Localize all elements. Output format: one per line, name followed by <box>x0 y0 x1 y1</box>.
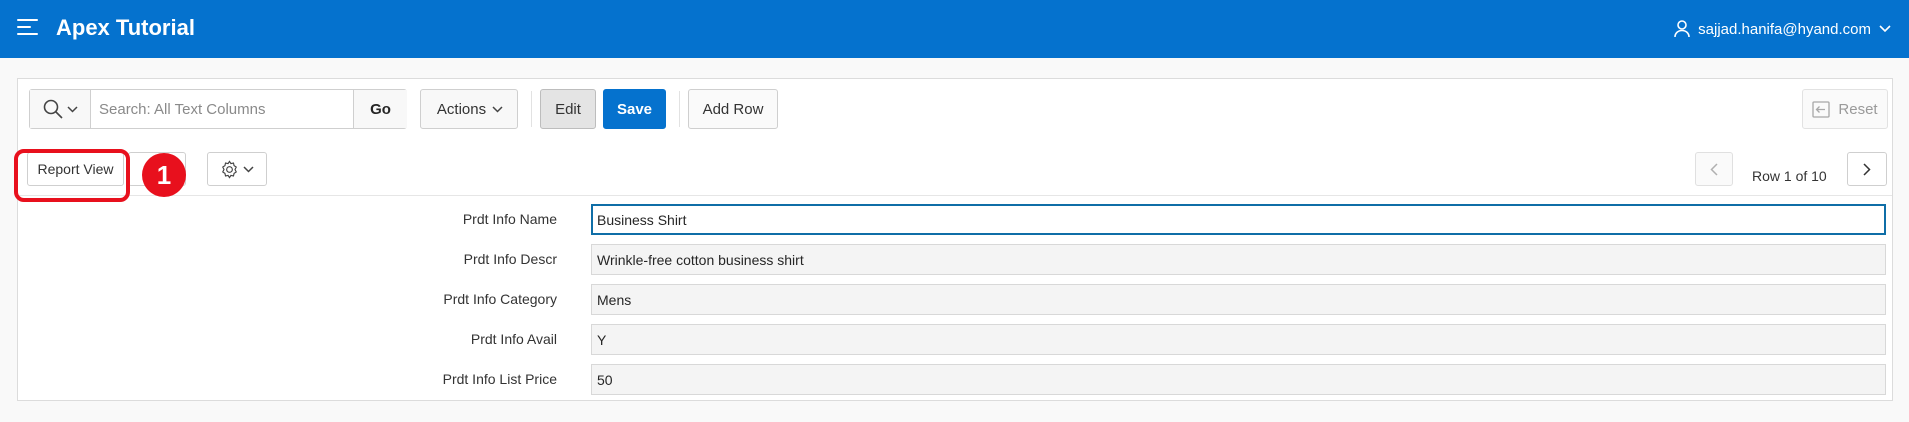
callout-number: 1 <box>142 153 186 197</box>
search-group: Go <box>29 89 407 129</box>
field-label: Prdt Info Avail <box>470 331 557 347</box>
add-row-button[interactable]: Add Row <box>688 89 778 129</box>
search-column-selector[interactable] <box>30 90 91 128</box>
chevron-left-icon <box>1710 162 1718 176</box>
field-label: Prdt Info List Price <box>442 371 557 387</box>
save-button[interactable]: Save <box>603 89 666 129</box>
row-counter: Row 1 of 10 <box>1752 168 1827 184</box>
product-description-field[interactable] <box>591 244 1886 275</box>
chevron-down-icon <box>1879 25 1891 33</box>
chevron-down-icon <box>492 105 503 113</box>
user-icon <box>1674 20 1690 38</box>
form-row-category: Prdt Info Category <box>18 284 1892 316</box>
form-row-list-price: Prdt Info List Price <box>18 364 1892 396</box>
interactive-grid-region: Go Actions Edit Save Add Row Reset Repor… <box>14 78 1893 401</box>
toolbar-divider <box>531 91 532 127</box>
user-name: sajjad.hanifa@hyand.com <box>1698 20 1871 38</box>
toolbar-divider <box>679 91 680 127</box>
field-label: Prdt Info Descr <box>463 251 557 267</box>
gear-icon <box>222 159 237 179</box>
field-label: Prdt Info Name <box>462 211 557 227</box>
search-input[interactable] <box>91 90 353 128</box>
reset-button[interactable]: Reset <box>1802 89 1888 129</box>
app-title[interactable]: Apex Tutorial <box>56 15 195 41</box>
form-row-avail: Prdt Info Avail <box>18 324 1892 356</box>
chevron-down-icon <box>66 105 78 113</box>
form-row-name: Prdt Info Name <box>18 204 1892 236</box>
chevron-down-icon <box>243 165 254 173</box>
edit-button[interactable]: Edit <box>540 89 596 129</box>
product-list-price-field[interactable] <box>591 364 1886 395</box>
field-label: Prdt Info Category <box>443 291 557 307</box>
product-category-field[interactable] <box>591 284 1886 315</box>
next-row-button[interactable] <box>1847 152 1887 186</box>
actions-button[interactable]: Actions <box>420 89 518 129</box>
product-name-field[interactable] <box>591 204 1886 235</box>
grid-toolbar: Go Actions Edit Save Add Row Reset <box>18 79 1892 145</box>
app-header: Apex Tutorial sajjad.hanifa@hyand.com <box>0 0 1909 58</box>
settings-menu-button[interactable] <box>207 152 267 186</box>
reset-icon <box>1812 100 1831 118</box>
reset-label: Reset <box>1838 100 1878 118</box>
user-menu[interactable]: sajjad.hanifa@hyand.com <box>1674 17 1891 41</box>
go-button[interactable]: Go <box>353 90 407 128</box>
view-bar: Report View 1 Row 1 of 10 <box>14 145 1892 202</box>
product-availability-field[interactable] <box>591 324 1886 355</box>
callout-highlight <box>14 149 130 202</box>
form-row-descr: Prdt Info Descr <box>18 244 1892 276</box>
menu-icon[interactable] <box>17 19 38 37</box>
search-icon <box>43 99 63 119</box>
chevron-right-icon <box>1863 162 1871 176</box>
actions-label: Actions <box>436 100 487 118</box>
previous-row-button[interactable] <box>1695 152 1733 186</box>
